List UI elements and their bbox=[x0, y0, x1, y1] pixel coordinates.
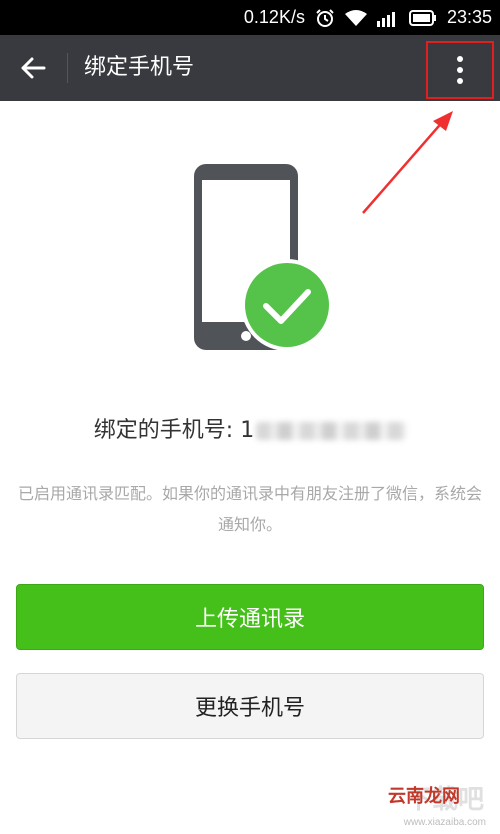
back-button[interactable] bbox=[8, 43, 58, 93]
watermark: 下载吧 云南龙网 www.xiazaiba.com bbox=[354, 760, 494, 830]
bound-phone-text: 绑定的手机号: 1 bbox=[93, 418, 255, 443]
redacted-phone-number bbox=[256, 422, 407, 440]
title-bar: 绑定手机号 bbox=[0, 35, 500, 101]
more-vertical-icon bbox=[457, 56, 463, 84]
change-phone-button[interactable]: 更换手机号 bbox=[16, 673, 484, 739]
contacts-match-hint: 已启用通讯录匹配。如果你的通讯录中有朋友注册了微信，系统会通知你。 bbox=[17, 484, 482, 534]
upload-contacts-button[interactable]: 上传通讯录 bbox=[16, 584, 484, 650]
network-speed: 0.12K/s bbox=[243, 7, 305, 27]
watermark-site: 云南龙网 bbox=[388, 786, 460, 807]
phone-check-illustration bbox=[194, 164, 333, 351]
more-menu-button[interactable] bbox=[426, 41, 494, 99]
page-title: 绑定手机号 bbox=[84, 55, 195, 80]
annotation-arrow-icon bbox=[362, 111, 453, 214]
title-divider bbox=[67, 53, 68, 83]
alarm-icon bbox=[315, 8, 335, 28]
signal-icon bbox=[376, 9, 399, 27]
back-arrow-icon bbox=[21, 57, 46, 79]
status-bar: 0.12K/s 23:35 bbox=[0, 0, 500, 35]
clock-time: 23:35 bbox=[446, 7, 492, 27]
bound-phone-label: 绑定的手机号: 1 bbox=[0, 412, 500, 444]
battery-icon bbox=[408, 9, 437, 26]
watermark-url: www.xiazaiba.com bbox=[403, 817, 486, 828]
wifi-icon bbox=[344, 9, 367, 27]
